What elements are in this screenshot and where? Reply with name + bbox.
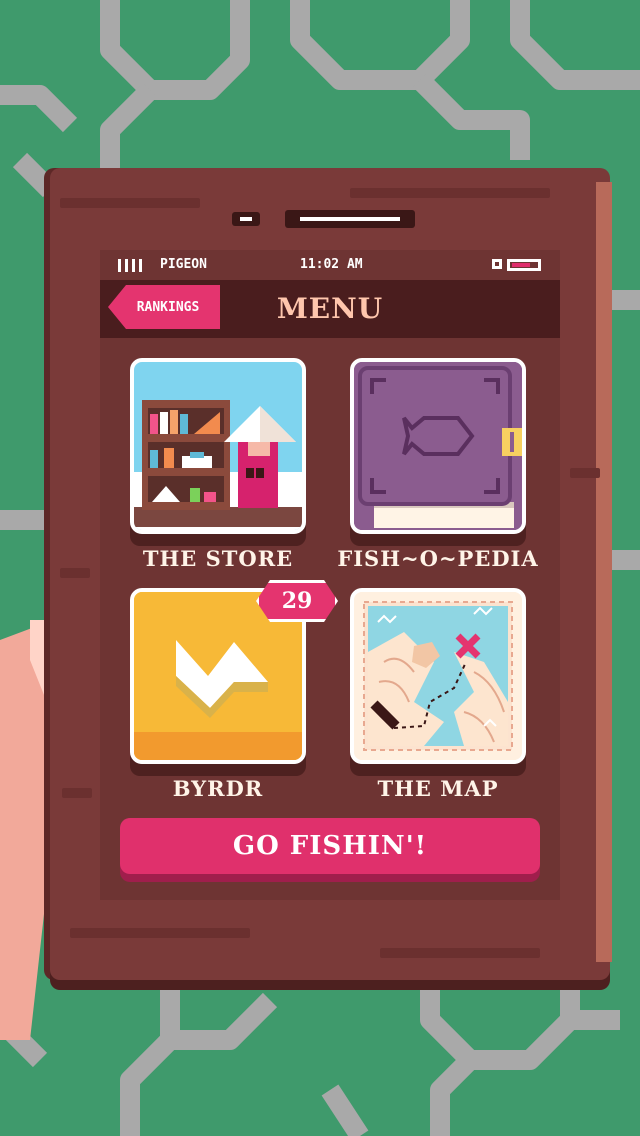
wood-plank	[62, 788, 92, 798]
phone-screen: PIGEON 11:02 AM RANKINGS MENU THE STORE …	[100, 250, 560, 900]
store-tile[interactable]	[130, 358, 306, 534]
carrier-name: PIGEON	[160, 257, 207, 272]
status-bar: PIGEON 11:02 AM	[100, 250, 560, 280]
fish-o-pedia-label: FISH~O~PEDIA	[337, 546, 539, 571]
fish-book-icon	[354, 362, 522, 530]
map-tile[interactable]	[350, 588, 526, 764]
status-time: 11:02 AM	[300, 257, 363, 272]
wood-plank	[570, 468, 600, 478]
wood-plank	[70, 928, 250, 938]
go-fishin-button[interactable]: GO FISHIN'!	[120, 818, 540, 874]
wood-plank	[60, 198, 200, 208]
menu-header: RANKINGS MENU	[100, 280, 560, 338]
phone-edge	[596, 182, 612, 962]
notification-badge: 29	[256, 580, 338, 622]
phone-camera	[232, 212, 260, 226]
wood-plank	[350, 188, 550, 198]
page-title: MENU	[276, 292, 384, 325]
signal-bars-icon	[118, 259, 142, 272]
store-label: THE STORE	[142, 546, 294, 571]
store-shelf-icon	[134, 400, 302, 530]
fish-o-pedia-tile[interactable]	[350, 358, 526, 534]
wood-plank	[60, 568, 90, 578]
byrdr-label: BYRDR	[172, 776, 264, 801]
map-label: THE MAP	[377, 776, 499, 801]
battery-icon	[492, 259, 541, 271]
phone-speaker	[285, 210, 415, 228]
wood-plank	[380, 948, 540, 958]
treasure-map-icon	[354, 592, 522, 760]
